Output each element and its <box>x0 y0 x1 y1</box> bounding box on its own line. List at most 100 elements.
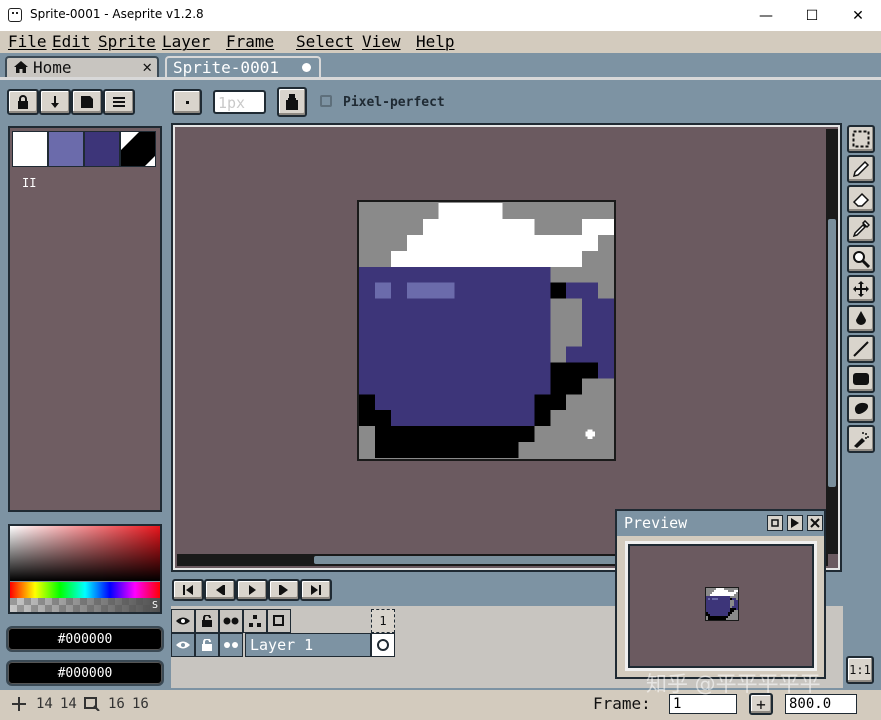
sprite-pixel <box>732 588 734 590</box>
continuous-header[interactable] <box>219 609 243 633</box>
saturation-value-field[interactable] <box>10 526 160 581</box>
preview-close-button[interactable] <box>807 515 823 531</box>
pixel-perfect-checkbox[interactable] <box>320 95 332 107</box>
sprite-pixel <box>486 282 503 299</box>
fill-tool-button[interactable] <box>847 305 875 333</box>
cel-frame-1[interactable] <box>371 633 395 657</box>
background-color-button[interactable]: #000000 <box>6 660 164 686</box>
eye-icon <box>176 641 190 649</box>
layer-visibility-toggle[interactable] <box>171 633 195 657</box>
sprite-pixel <box>438 203 455 219</box>
sprite-pixel <box>582 442 599 458</box>
sprite-pixel <box>438 346 455 363</box>
menu-help[interactable]: Help <box>416 32 455 51</box>
layer-continuous-toggle[interactable] <box>219 633 243 657</box>
layer-name[interactable]: Layer 1 <box>245 633 371 657</box>
previous-frame-button[interactable] <box>204 579 236 601</box>
maximize-button[interactable]: ☐ <box>789 0 835 31</box>
sprite-pixel <box>502 378 519 395</box>
tab-home[interactable]: Home ✕ <box>5 56 159 78</box>
sort-button[interactable] <box>39 89 71 115</box>
menu-select[interactable]: Select <box>296 32 354 51</box>
minimize-button[interactable]: — <box>743 0 789 31</box>
spray-tool-button[interactable] <box>847 425 875 453</box>
alpha-slider[interactable] <box>10 598 160 612</box>
preview-canvas[interactable] <box>628 544 814 668</box>
sprite-pixel <box>374 282 391 299</box>
palette-options-button[interactable] <box>103 89 135 115</box>
brush-size-field[interactable]: 1px <box>213 90 266 114</box>
sprite-pixel <box>359 314 375 331</box>
visibility-header[interactable] <box>171 609 195 633</box>
onion-skin-header[interactable] <box>267 609 291 633</box>
contour-tool-button[interactable] <box>847 395 875 423</box>
first-frame-button[interactable] <box>172 579 204 601</box>
foreground-color-button[interactable]: #000000 <box>6 626 164 652</box>
preview-header[interactable]: Preview <box>617 511 824 536</box>
sprite-pixel <box>732 618 734 620</box>
sprite-pixel <box>736 614 738 616</box>
sprite-pixel <box>718 614 720 616</box>
last-frame-button[interactable] <box>300 579 332 601</box>
sprite-pixel <box>598 314 614 331</box>
sprite-pixel <box>406 330 423 347</box>
layer-row[interactable]: Layer 1 <box>171 633 401 657</box>
menu-layer[interactable]: Layer <box>162 32 210 51</box>
sprite-pixel <box>714 594 716 596</box>
menu-edit[interactable]: Edit <box>52 32 91 51</box>
close-window-button[interactable]: ✕ <box>835 0 881 31</box>
preview-center-button[interactable] <box>767 515 783 531</box>
sprite-editor[interactable] <box>173 125 840 570</box>
menu-frame[interactable]: Frame <box>226 32 274 51</box>
menu-view[interactable]: View <box>362 32 401 51</box>
ink-button[interactable] <box>277 87 307 117</box>
sprite-pixel <box>708 610 710 612</box>
frame-header-1[interactable]: 1 <box>371 609 395 633</box>
sprite-pixel <box>712 612 714 614</box>
palette-swatch[interactable] <box>84 131 120 167</box>
play-button[interactable] <box>236 579 268 601</box>
lock-header[interactable] <box>195 609 219 633</box>
sprite-pixel <box>718 602 720 604</box>
rectangle-tool-button[interactable] <box>847 365 875 393</box>
line-tool-button[interactable] <box>847 335 875 363</box>
tab-sprite[interactable]: Sprite-0001 <box>165 56 321 78</box>
sprite-pixel <box>582 218 599 235</box>
palette-swatch-selected[interactable] <box>120 131 156 167</box>
close-tab-icon[interactable]: ✕ <box>142 57 152 76</box>
zoom-tool-button[interactable] <box>847 245 875 273</box>
sprite-pixel <box>598 298 614 315</box>
sprite-pixel <box>708 608 710 610</box>
palette-swatch[interactable] <box>48 131 84 167</box>
eraser-tool-button[interactable] <box>847 185 875 213</box>
sprite-pixel <box>486 250 503 267</box>
sprite-pixel <box>720 590 722 592</box>
next-frame-button[interactable] <box>268 579 300 601</box>
preview-window[interactable]: Preview <box>615 509 826 679</box>
preview-play-button[interactable] <box>787 515 803 531</box>
marquee-tool-button[interactable] <box>847 125 875 153</box>
eyedropper-tool-button[interactable] <box>847 215 875 243</box>
vertical-scrollbar[interactable] <box>826 129 838 554</box>
lock-icon-button[interactable] <box>7 89 39 115</box>
sprite-pixel <box>502 314 519 331</box>
hue-slider[interactable] <box>10 582 160 598</box>
sprite-pixel <box>728 598 730 600</box>
menu-file[interactable]: File <box>8 32 47 51</box>
sprite-pixel <box>708 604 710 606</box>
one-to-one-zoom-button[interactable]: 1:1 <box>846 656 874 684</box>
layer-lock-toggle[interactable] <box>195 633 219 657</box>
brush-type-button[interactable] <box>172 89 202 115</box>
sprite-pixel <box>712 592 714 594</box>
move-tool-button[interactable] <box>847 275 875 303</box>
presets-button[interactable] <box>71 89 103 115</box>
sprite-canvas[interactable] <box>357 200 616 461</box>
palette-swatch[interactable] <box>12 131 48 167</box>
sprite-pixel <box>732 608 734 610</box>
layer-group-header[interactable] <box>243 609 267 633</box>
menu-sprite[interactable]: Sprite <box>98 32 156 51</box>
pencil-tool-button[interactable] <box>847 155 875 183</box>
vertical-scroll-thumb[interactable] <box>828 219 836 487</box>
sprite-pixel <box>734 608 736 610</box>
sprite-pixel <box>486 442 503 458</box>
